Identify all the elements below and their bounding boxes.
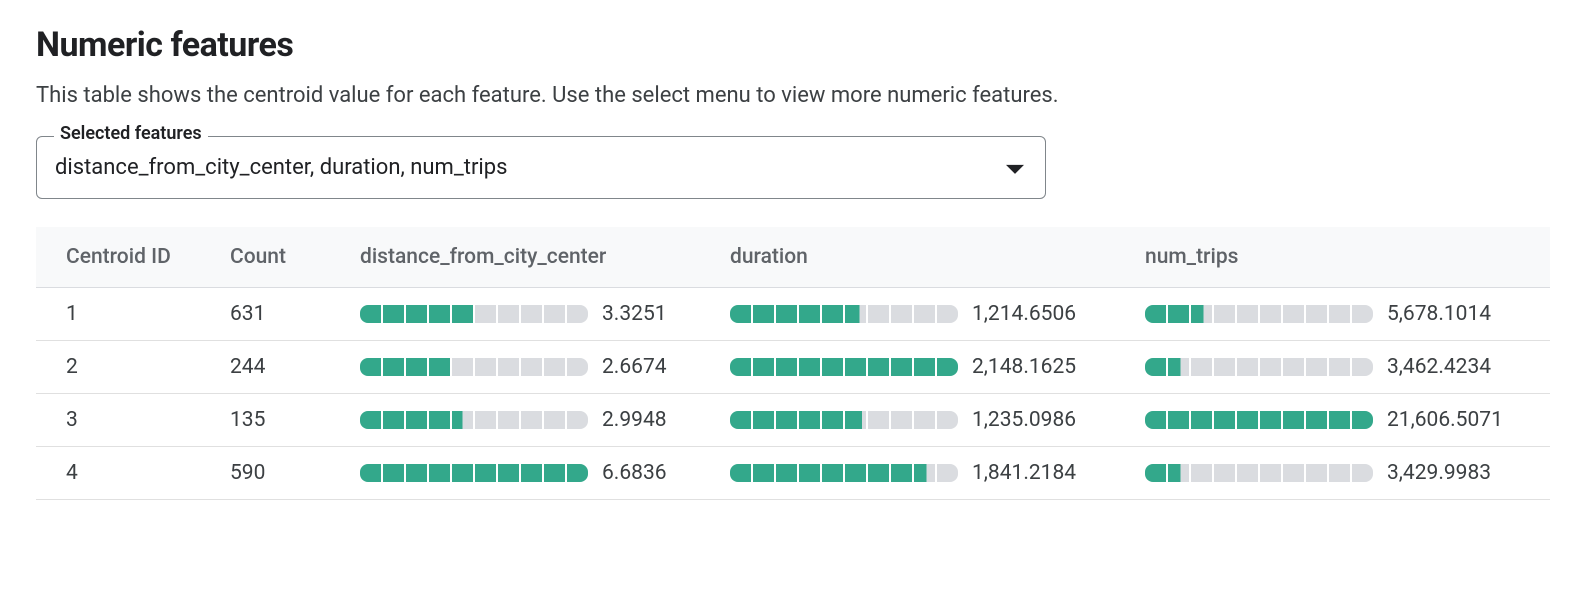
bar-indicator (730, 411, 958, 429)
bar-indicator (1145, 358, 1373, 376)
cell-centroid-id: 3 (36, 394, 216, 447)
feature-value: 3,429.9983 (1387, 461, 1491, 485)
cell-count: 244 (216, 341, 346, 394)
table-header-row: Centroid ID Count distance_from_city_cen… (36, 227, 1550, 288)
table-row: 3135 2.9948 1,235.0986 21,606.5071 (36, 394, 1550, 447)
feature-value: 2.6674 (602, 355, 702, 379)
feature-value: 1,235.0986 (972, 408, 1076, 432)
col-feature-3: num_trips (1131, 227, 1550, 288)
cell-count: 631 (216, 288, 346, 341)
feature-value: 2.9948 (602, 408, 702, 432)
bar-indicator (730, 305, 958, 323)
select-value: distance_from_city_center, duration, num… (55, 155, 507, 180)
feature-value: 1,841.2184 (972, 461, 1076, 485)
bar-indicator (360, 305, 588, 323)
col-count: Count (216, 227, 346, 288)
feature-value: 2,148.1625 (972, 355, 1076, 379)
bar-indicator (730, 464, 958, 482)
feature-value: 3,462.4234 (1387, 355, 1491, 379)
feature-value: 5,678.1014 (1387, 302, 1491, 326)
cell-centroid-id: 2 (36, 341, 216, 394)
bar-indicator (360, 358, 588, 376)
section-title: Numeric features (36, 25, 1550, 65)
cell-centroid-id: 1 (36, 288, 216, 341)
col-centroid-id: Centroid ID (36, 227, 216, 288)
bar-indicator (1145, 305, 1373, 323)
chevron-down-icon (1006, 164, 1024, 173)
section-description: This table shows the centroid value for … (36, 83, 1550, 108)
table-row: 1631 3.3251 1,214.6506 5,678.1014 (36, 288, 1550, 341)
feature-value: 21,606.5071 (1387, 408, 1503, 432)
col-feature-2: duration (716, 227, 1131, 288)
feature-value: 1,214.6506 (972, 302, 1076, 326)
cell-count: 590 (216, 447, 346, 500)
selected-features-select[interactable]: Selected features distance_from_city_cen… (36, 136, 1046, 199)
table-row: 4590 6.6836 1,841.2184 3,429.9983 (36, 447, 1550, 500)
feature-value: 3.3251 (602, 302, 702, 326)
bar-indicator (360, 464, 588, 482)
bar-indicator (360, 411, 588, 429)
col-feature-1: distance_from_city_center (346, 227, 716, 288)
cell-count: 135 (216, 394, 346, 447)
feature-value: 6.6836 (602, 461, 702, 485)
bar-indicator (730, 358, 958, 376)
cell-centroid-id: 4 (36, 447, 216, 500)
table-row: 2244 2.6674 2,148.1625 3,462.4234 (36, 341, 1550, 394)
centroid-table: Centroid ID Count distance_from_city_cen… (36, 227, 1550, 500)
bar-indicator (1145, 464, 1373, 482)
select-label: Selected features (54, 123, 208, 144)
bar-indicator (1145, 411, 1373, 429)
